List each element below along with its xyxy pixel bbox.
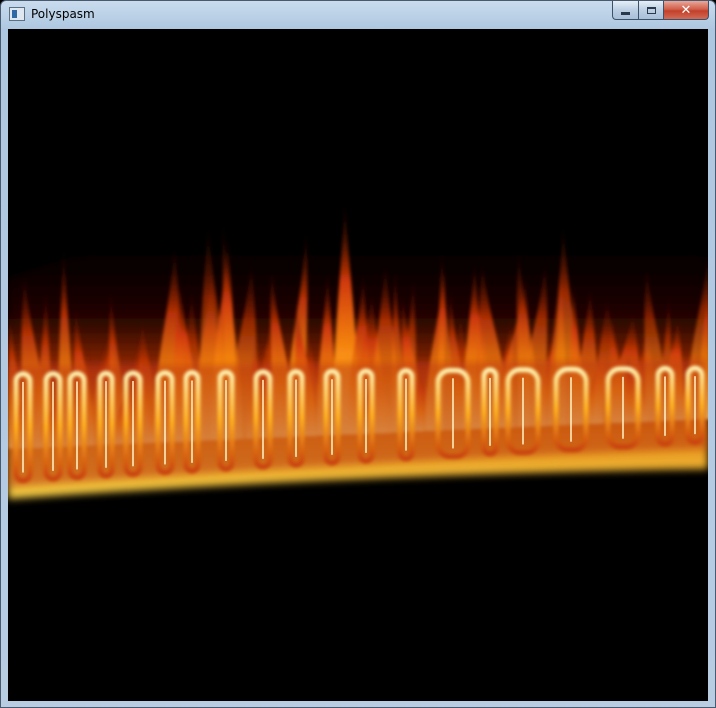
minimize-button[interactable] — [612, 1, 638, 20]
close-icon: ✕ — [680, 2, 692, 18]
maximize-icon — [646, 6, 656, 14]
minimize-icon — [621, 11, 630, 15]
close-button[interactable]: ✕ — [663, 1, 709, 20]
title-bar[interactable]: Polyspasm ✕ — [1, 1, 715, 28]
render-viewport[interactable] — [8, 29, 708, 701]
window-title: Polyspasm — [31, 7, 95, 21]
fire-text-render — [8, 29, 708, 701]
app-window-icon[interactable] — [9, 7, 25, 21]
maximize-button[interactable] — [638, 1, 663, 20]
caption-buttons: ✕ — [612, 1, 709, 21]
application-window: Polyspasm ✕ — [0, 0, 716, 708]
